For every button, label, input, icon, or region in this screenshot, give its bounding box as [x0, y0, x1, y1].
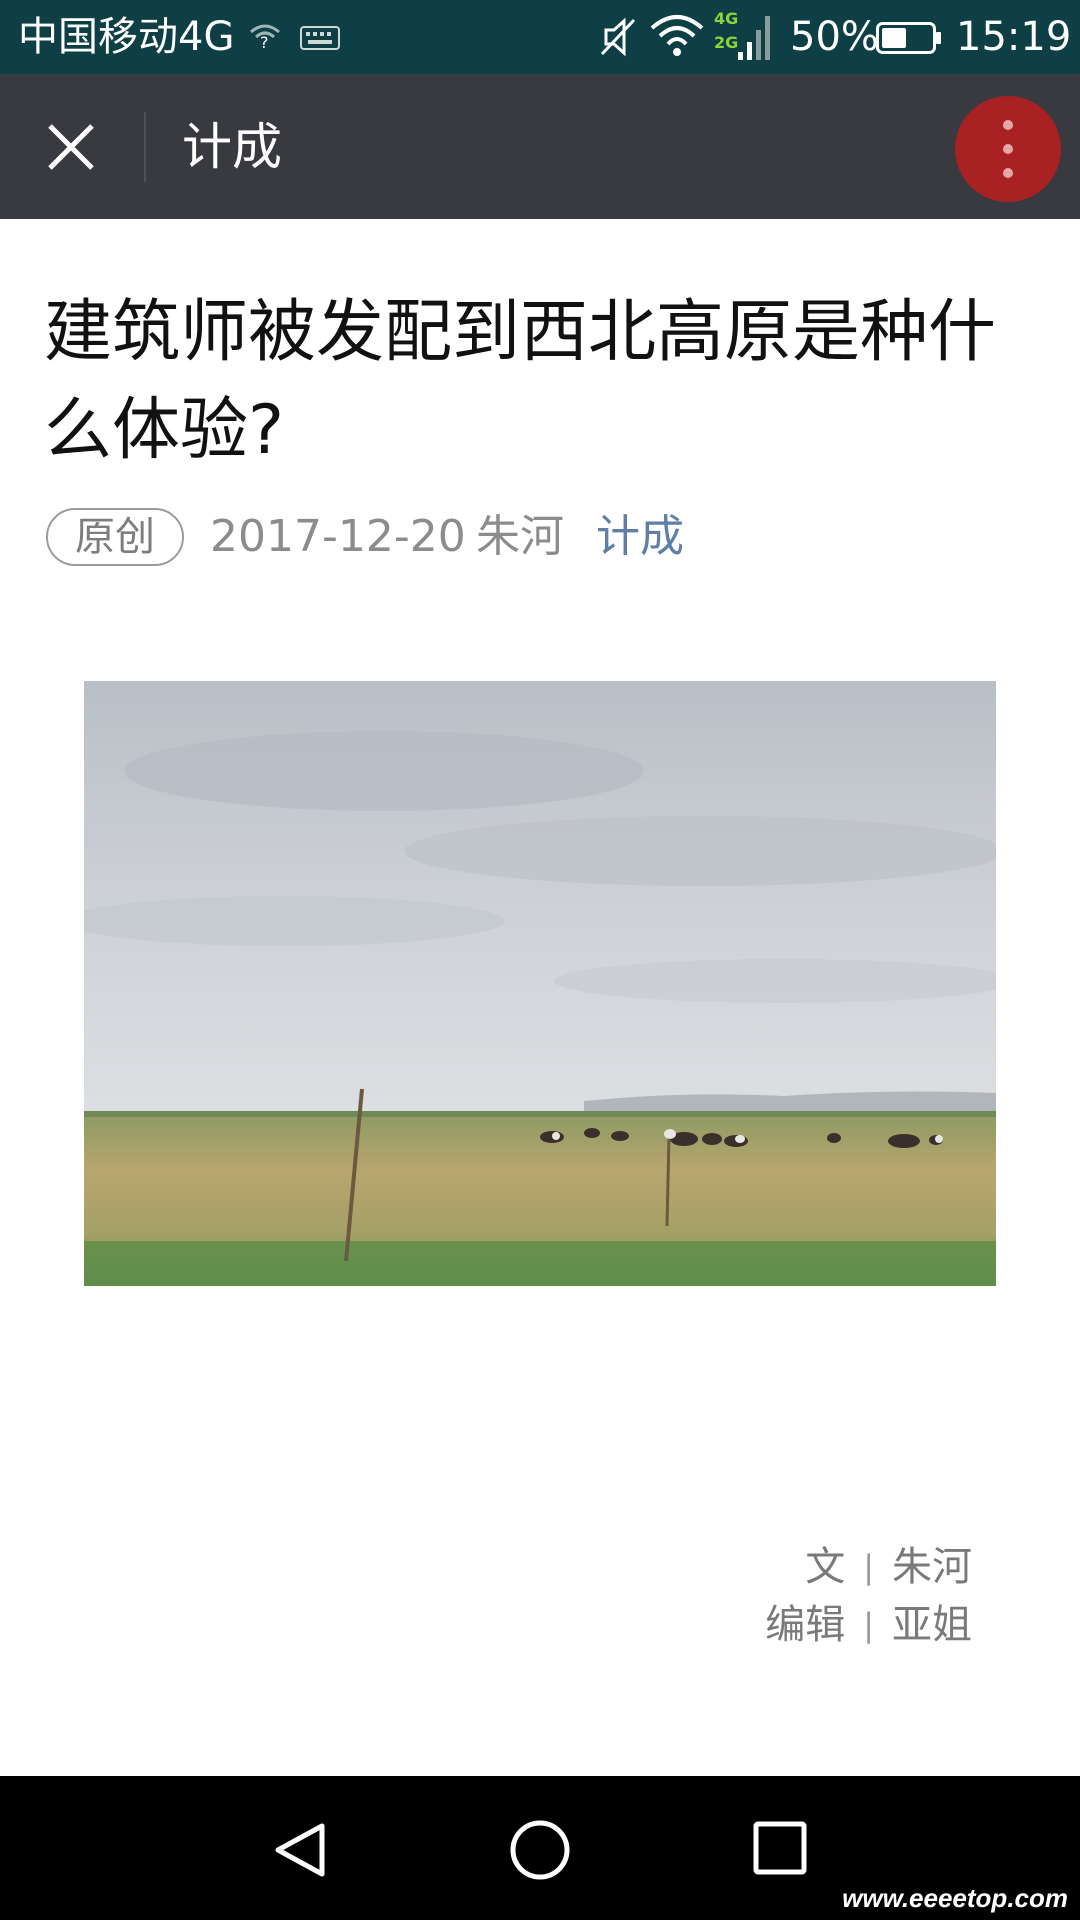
toolbar-divider: [144, 112, 146, 182]
toolbar-title: 计成: [182, 118, 282, 176]
watermark: www.eeeetop.com: [842, 1883, 1068, 1913]
article-meta: 原创 2017-12-20 朱河 计成: [44, 506, 1044, 566]
credit-role: 文: [805, 1544, 846, 1590]
credit-separator: |: [863, 1548, 874, 1586]
wifi-icon: [650, 15, 704, 56]
mute-icon: [600, 17, 636, 57]
more-vertical-icon: [1003, 120, 1013, 130]
credit-writer: 文 | 朱河: [765, 1538, 972, 1596]
status-bar: 中国移动4G ? 4G 2G 50% 15:19: [0, 0, 1080, 74]
wifi-question-icon: ?: [250, 24, 280, 52]
recent-apps-icon[interactable]: [752, 1820, 808, 1876]
author-name: 朱河: [476, 511, 564, 562]
credit-name: 亚姐: [892, 1602, 972, 1648]
publish-date: 2017-12-20: [210, 511, 466, 562]
more-dot: [1003, 168, 1013, 178]
grassland-photo: [84, 681, 996, 1286]
battery-icon: [876, 22, 941, 54]
back-triangle-icon[interactable]: [272, 1820, 328, 1880]
more-dot: [1003, 144, 1013, 154]
original-badge: 原创: [46, 508, 184, 566]
network-label-2g: 2G: [714, 33, 739, 52]
article-title: 建筑师被发配到西北高原是种什么体验?: [44, 293, 997, 470]
credit-role: 编辑: [765, 1602, 846, 1648]
credit-name: 朱河: [892, 1544, 972, 1590]
home-circle-icon[interactable]: [508, 1818, 572, 1882]
keyboard-icon: [300, 26, 340, 50]
more-options-button[interactable]: [955, 96, 1061, 202]
battery-percent: 50%: [790, 14, 879, 60]
article-credits: 文 | 朱河 编辑 | 亚姐: [765, 1538, 972, 1654]
close-icon[interactable]: [44, 120, 98, 174]
account-link[interactable]: 计成: [596, 510, 684, 564]
credit-editor: 编辑 | 亚姐: [765, 1596, 972, 1654]
article-photo: [84, 681, 996, 1286]
clock: 15:19: [956, 14, 1072, 60]
carrier-label: 中国移动4G: [18, 14, 235, 60]
credit-separator: |: [863, 1606, 874, 1644]
cellular-signal-icon: 4G 2G: [714, 10, 774, 62]
svg-text:?: ?: [260, 33, 269, 52]
navigation-bar: www.eeeetop.com: [0, 1776, 1080, 1920]
network-label-4g: 4G: [714, 9, 739, 28]
webview-toolbar: 计成: [0, 74, 1080, 219]
